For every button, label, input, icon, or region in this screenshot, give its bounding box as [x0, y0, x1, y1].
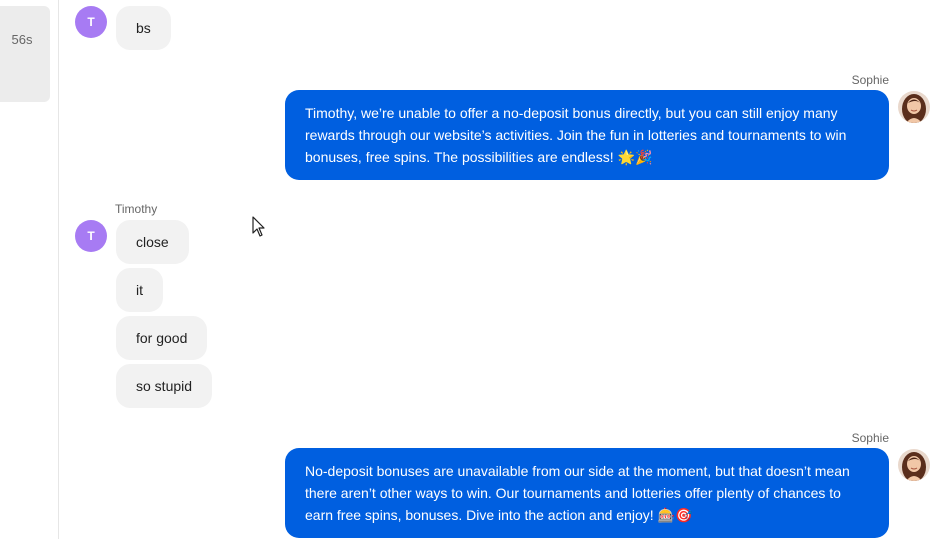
- agent-sender-name: Sophie: [851, 73, 889, 87]
- agent-avatar-photo-icon: [898, 91, 930, 123]
- user-message-bubble: for good: [116, 316, 208, 360]
- session-timer: 56s: [11, 32, 33, 47]
- agent-sender-name: Sophie: [851, 431, 889, 445]
- user-avatar: T: [75, 6, 107, 38]
- panel-divider: [58, 0, 59, 539]
- user-message-bubble: close: [116, 220, 189, 264]
- agent-message-bubble: Timothy, we’re unable to offer a no-depo…: [285, 90, 889, 180]
- user-message-bubble: so stupid: [116, 364, 213, 408]
- user-avatar: T: [75, 220, 107, 252]
- agent-avatar-photo-icon: [898, 449, 930, 481]
- user-sender-name: Timothy: [115, 202, 158, 216]
- agent-message-bubble: No-deposit bonuses are unavailable from …: [285, 448, 889, 538]
- user-message-bubble: bs: [116, 6, 171, 50]
- left-panel: 56s: [0, 6, 50, 102]
- mouse-cursor-icon: [252, 216, 266, 243]
- user-message-bubble: it: [116, 268, 163, 312]
